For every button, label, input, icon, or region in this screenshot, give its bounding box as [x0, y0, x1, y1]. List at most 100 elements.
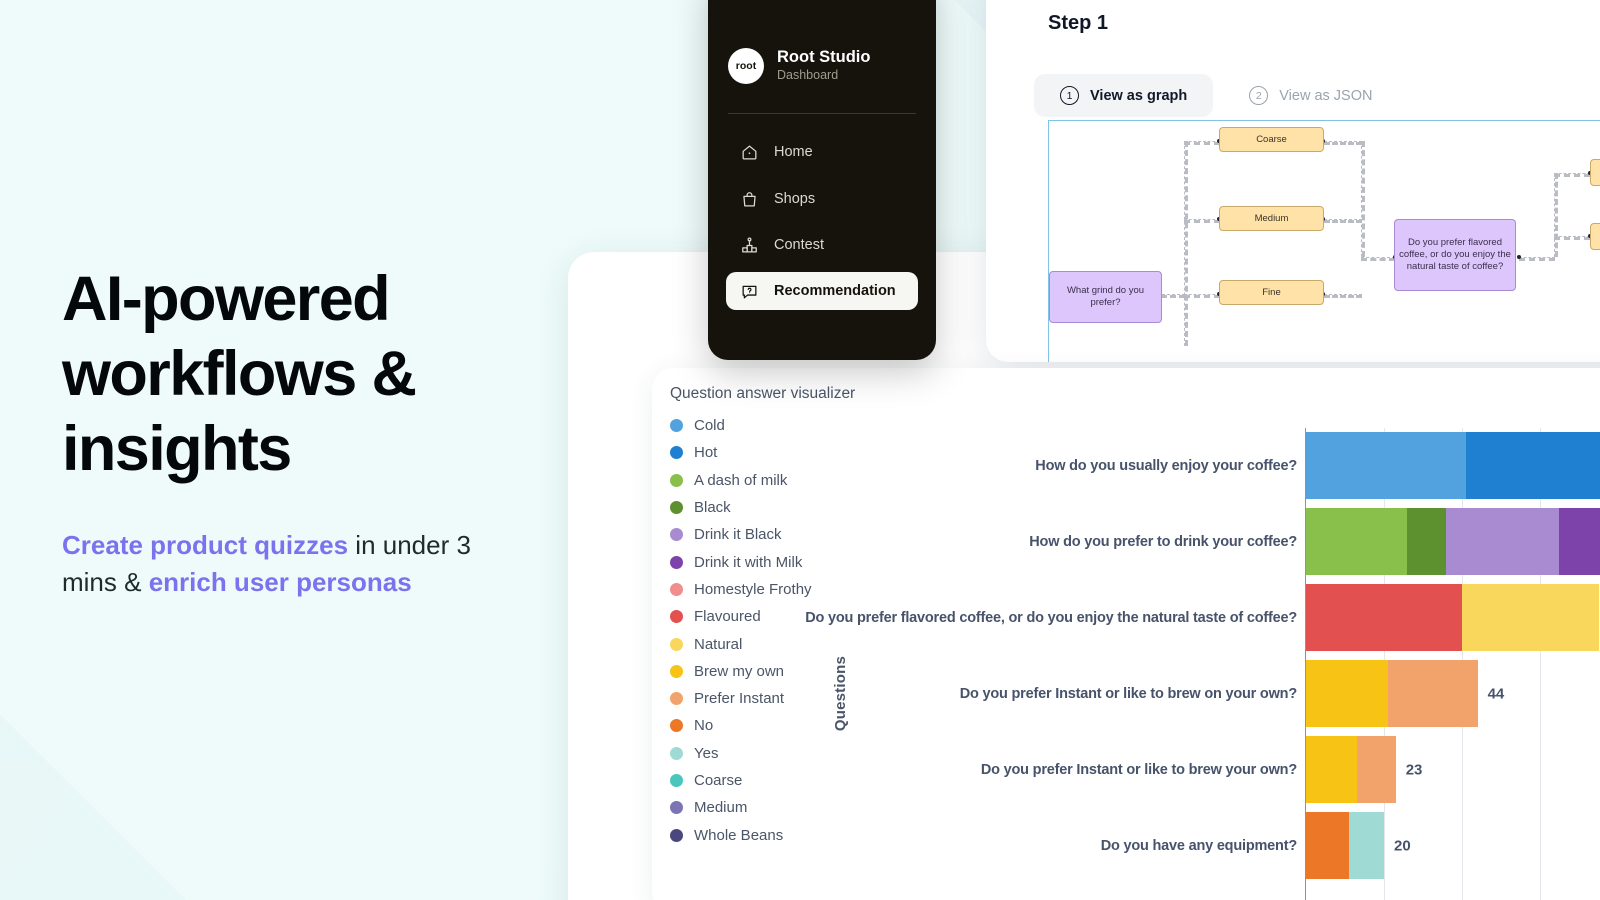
bar-segment[interactable] [1387, 660, 1478, 727]
bar-value-label: 23 [1405, 761, 1423, 778]
flow-connector [1324, 141, 1362, 145]
hero-section: AI-powered workflows & insights Create p… [62, 262, 532, 601]
stacked-bar[interactable] [1306, 660, 1478, 727]
flow-node-answer-a[interactable] [1590, 159, 1600, 186]
flow-connector [1324, 294, 1362, 298]
chart-bar-row[interactable]: How do you usually enjoy your coffee? [652, 428, 1600, 503]
brand-logo: root [728, 48, 764, 84]
stacked-bar[interactable] [1306, 432, 1600, 499]
step-panel: Step 1 1 View as graph 2 View as JSON Wh… [986, 0, 1600, 362]
chart-bar-row[interactable]: Do you have any equipment? 20 [652, 808, 1600, 883]
flow-node-grind-question[interactable]: What grind do you prefer? [1049, 271, 1162, 323]
tab-label: View as JSON [1279, 87, 1373, 104]
bar-segment[interactable] [1559, 508, 1600, 575]
hero-accent-1: Create product quizzes [62, 530, 349, 560]
flow-node-label: Fine [1262, 286, 1281, 298]
flow-node-label: What grind do you prefer? [1066, 285, 1145, 308]
hero-title-line-1: AI-powered [62, 264, 391, 334]
view-mode-tabs: 1 View as graph 2 View as JSON [1034, 74, 1398, 117]
question-chat-icon [742, 285, 757, 298]
flow-node-medium[interactable]: Medium [1219, 206, 1324, 231]
flow-connector [1184, 219, 1220, 223]
bar-value-label: 20 [1394, 837, 1411, 854]
tab-number-badge: 2 [1249, 86, 1269, 105]
stacked-bar[interactable] [1306, 508, 1600, 575]
bar-category-label: How do you prefer to drink your coffee? [1029, 533, 1297, 550]
stacked-bar[interactable] [1306, 736, 1396, 803]
hero-title-line-3: insights [62, 414, 292, 484]
flow-connector [1554, 173, 1590, 177]
bar-category-label: Do you prefer flavored coffee, or do you… [805, 609, 1297, 626]
bar-segment[interactable] [1306, 584, 1462, 651]
stacked-bar[interactable] [1306, 812, 1384, 879]
bar-segment[interactable] [1446, 508, 1560, 575]
bar-segment[interactable] [1306, 508, 1408, 575]
flow-connector [1324, 219, 1362, 223]
flow-graph-canvas[interactable]: What grind do you prefer? Coarse Medium … [1048, 120, 1600, 362]
flow-connector [1184, 141, 1188, 346]
bar-segment[interactable] [1462, 584, 1599, 651]
flow-node-coarse[interactable]: Coarse [1219, 127, 1324, 152]
brand-block: root Root Studio Dashboard [728, 48, 870, 84]
bar-segment[interactable] [1306, 812, 1349, 879]
flow-node-answer-b[interactable] [1590, 223, 1600, 250]
bar-segment[interactable] [1306, 432, 1466, 499]
flow-connector [1361, 141, 1365, 257]
page-title: AI-powered workflows & insights [62, 262, 532, 487]
bar-category-label: Do you prefer Instant or like to brew yo… [980, 761, 1297, 778]
sidebar-item-contest[interactable]: Contest [726, 226, 918, 264]
flow-port-dot [1517, 255, 1521, 259]
podium-icon [742, 237, 757, 252]
tab-label: View as graph [1090, 87, 1188, 104]
app-sidebar: root Root Studio Dashboard Home Shops Co… [708, 0, 936, 360]
tab-number-badge: 1 [1060, 86, 1079, 105]
bar-value-label: 44 [1487, 685, 1505, 702]
brand-subtitle: Dashboard [777, 68, 839, 82]
flow-connector [1554, 173, 1558, 257]
bar-segment[interactable] [1348, 812, 1384, 879]
sidebar-item-label: Home [774, 144, 813, 160]
chart-bar-row[interactable]: Do you prefer flavored coffee, or do you… [652, 580, 1600, 655]
shopping-bag-icon [743, 191, 756, 206]
home-icon [742, 145, 757, 159]
flow-node-label: Medium [1254, 212, 1289, 224]
chart-bar-row[interactable]: Do you prefer Instant or like to brew yo… [652, 732, 1600, 807]
sidebar-item-shops[interactable]: Shops [726, 180, 918, 218]
chart-plot-area: How do you usually enjoy your coffee? How… [652, 422, 1600, 900]
tab-view-as-json[interactable]: 2 View as JSON [1223, 74, 1398, 117]
brand-name: Root Studio [777, 48, 871, 66]
chart-title: Question answer visualizer [670, 385, 856, 402]
flow-connector [1554, 236, 1590, 240]
bar-category-label: Do you have any equipment? [1100, 837, 1297, 854]
chart-bar-row[interactable]: Do you prefer Instant or like to brew on… [652, 656, 1600, 731]
hero-title-line-2: workflows & [62, 339, 417, 409]
flow-connector [1184, 141, 1220, 145]
flow-connector [1519, 257, 1555, 261]
flow-node-fine[interactable]: Fine [1219, 280, 1324, 305]
flow-connector [1184, 294, 1220, 298]
flow-node-flavor-question[interactable]: Do you prefer flavored coffee, or do you… [1394, 219, 1516, 291]
stacked-bar[interactable] [1306, 584, 1599, 651]
bar-segment[interactable] [1407, 508, 1447, 575]
bar-segment[interactable] [1465, 432, 1600, 499]
step-title: Step 1 [1048, 12, 1109, 34]
bar-category-label: How do you usually enjoy your coffee? [1035, 457, 1297, 474]
bar-segment[interactable] [1356, 736, 1396, 803]
bar-segment[interactable] [1306, 660, 1388, 727]
sidebar-item-label: Contest [774, 237, 824, 253]
hero-accent-2: enrich user personas [148, 567, 412, 597]
question-answer-visualizer-card: Question answer visualizer Cold Hot A dash… [652, 368, 1600, 900]
sidebar-item-label: Recommendation [774, 283, 896, 299]
tab-view-as-graph[interactable]: 1 View as graph [1034, 74, 1214, 117]
bar-segment[interactable] [1306, 736, 1357, 803]
sidebar-item-home[interactable]: Home [726, 133, 918, 171]
hero-subtitle: Create product quizzes in under 3 mins &… [62, 527, 532, 601]
flow-node-label: Coarse [1256, 133, 1287, 145]
sidebar-item-label: Shops [774, 191, 816, 207]
sidebar-divider [728, 113, 916, 114]
sidebar-item-recommendation[interactable]: Recommendation [726, 272, 918, 310]
bar-category-label: Do you prefer Instant or like to brew on… [959, 685, 1297, 702]
flow-node-label: Do you prefer flavored coffee, or do you… [1399, 237, 1511, 272]
chart-bar-row[interactable]: How do you prefer to drink your coffee? [652, 504, 1600, 579]
flow-connector [1361, 257, 1395, 261]
